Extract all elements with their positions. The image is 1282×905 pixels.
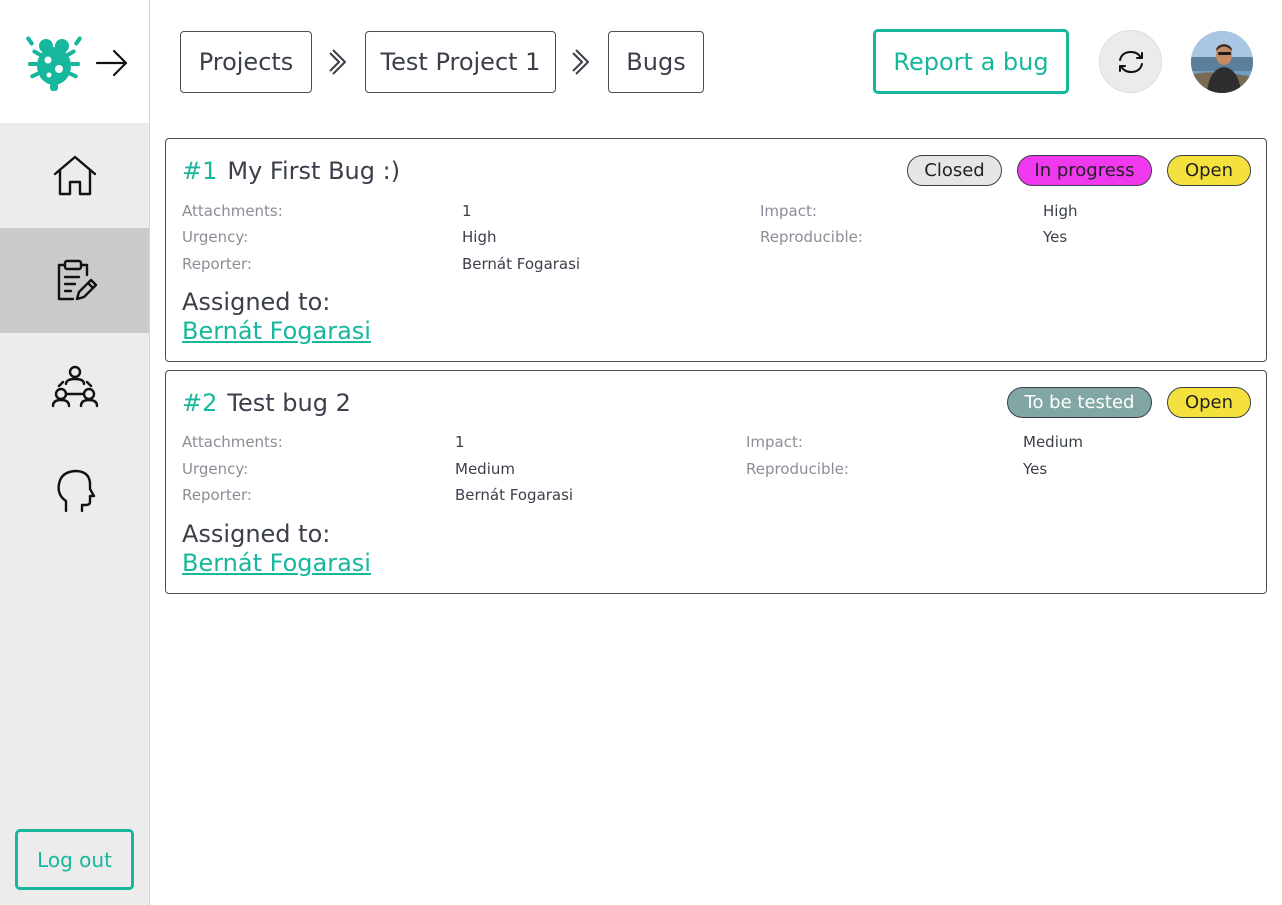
- bug-title-text: My First Bug :): [227, 157, 401, 185]
- bug-card[interactable]: #1 My First Bug :) Closed In progress Ope…: [165, 138, 1267, 362]
- status-badge-open[interactable]: Open: [1167, 155, 1251, 186]
- home-icon: [53, 155, 96, 195]
- urgency-value: Medium: [455, 460, 515, 478]
- sidebar-item-profile[interactable]: [0, 438, 149, 543]
- impact-value: High: [1043, 202, 1078, 220]
- attachments-label: Attachments:: [182, 433, 283, 451]
- impact-label: Impact:: [746, 433, 803, 451]
- sidebar-item-team[interactable]: [0, 333, 149, 438]
- breadcrumb-project[interactable]: Test Project 1: [365, 31, 556, 93]
- chevron-right-icon: [572, 49, 589, 75]
- sidebar-item-home[interactable]: [0, 123, 149, 228]
- arrow-right-icon[interactable]: [95, 46, 129, 80]
- attachments-label: Attachments:: [182, 202, 283, 220]
- bug-title-text: Test bug 2: [227, 389, 351, 417]
- reporter-label: Reporter:: [182, 255, 252, 273]
- bug-number: #1: [182, 157, 218, 185]
- attachments-value: 1: [462, 202, 472, 220]
- bug-title[interactable]: #2 Test bug 2: [182, 389, 351, 417]
- bug-card[interactable]: #2 Test bug 2 To be tested Open Attachmen…: [165, 370, 1267, 594]
- reproducible-label: Reproducible:: [760, 228, 863, 246]
- bug-logo-icon[interactable]: [24, 33, 84, 93]
- user-avatar[interactable]: [1191, 31, 1253, 93]
- assignee-link[interactable]: Bernát Fogarasi: [182, 549, 371, 577]
- urgency-label: Urgency:: [182, 460, 249, 478]
- urgency-label: Urgency:: [182, 228, 249, 246]
- assigned-to-label: Assigned to:: [182, 520, 331, 548]
- attachments-value: 1: [455, 433, 465, 451]
- sidebar: Log out: [0, 0, 150, 905]
- assignee-link[interactable]: Bernát Fogarasi: [182, 317, 371, 345]
- sidebar-item-bugs[interactable]: [0, 228, 149, 333]
- reproducible-value: Yes: [1043, 228, 1068, 246]
- bug-number: #2: [182, 389, 218, 417]
- team-icon: [51, 365, 98, 407]
- reproducible-label: Reproducible:: [746, 460, 849, 478]
- status-badge-open[interactable]: Open: [1167, 387, 1251, 418]
- logo-area: [0, 0, 149, 123]
- refresh-icon: [1118, 50, 1143, 73]
- head-profile-icon: [56, 469, 95, 512]
- reproducible-value: Yes: [1023, 460, 1048, 478]
- bug-title[interactable]: #1 My First Bug :): [182, 157, 400, 185]
- avatar-photo: [1191, 31, 1253, 93]
- impact-label: Impact:: [760, 202, 817, 220]
- clipboard-edit-icon: [57, 259, 97, 300]
- impact-value: Medium: [1023, 433, 1083, 451]
- logout-button[interactable]: Log out: [15, 829, 134, 890]
- status-badge-in-progress[interactable]: In progress: [1017, 155, 1152, 186]
- reporter-label: Reporter:: [182, 486, 252, 504]
- breadcrumb-bugs[interactable]: Bugs: [608, 31, 704, 93]
- breadcrumb-projects[interactable]: Projects: [180, 31, 312, 93]
- assigned-to-label: Assigned to:: [182, 288, 331, 316]
- chevron-right-icon: [329, 49, 346, 75]
- reporter-value: Bernát Fogarasi: [455, 486, 574, 504]
- refresh-button[interactable]: [1099, 30, 1162, 93]
- report-bug-button[interactable]: Report a bug: [873, 29, 1069, 94]
- status-badge-closed[interactable]: Closed: [907, 155, 1002, 186]
- status-badge-to-be-tested[interactable]: To be tested: [1007, 387, 1152, 418]
- urgency-value: High: [462, 228, 497, 246]
- reporter-value: Bernát Fogarasi: [462, 255, 581, 273]
